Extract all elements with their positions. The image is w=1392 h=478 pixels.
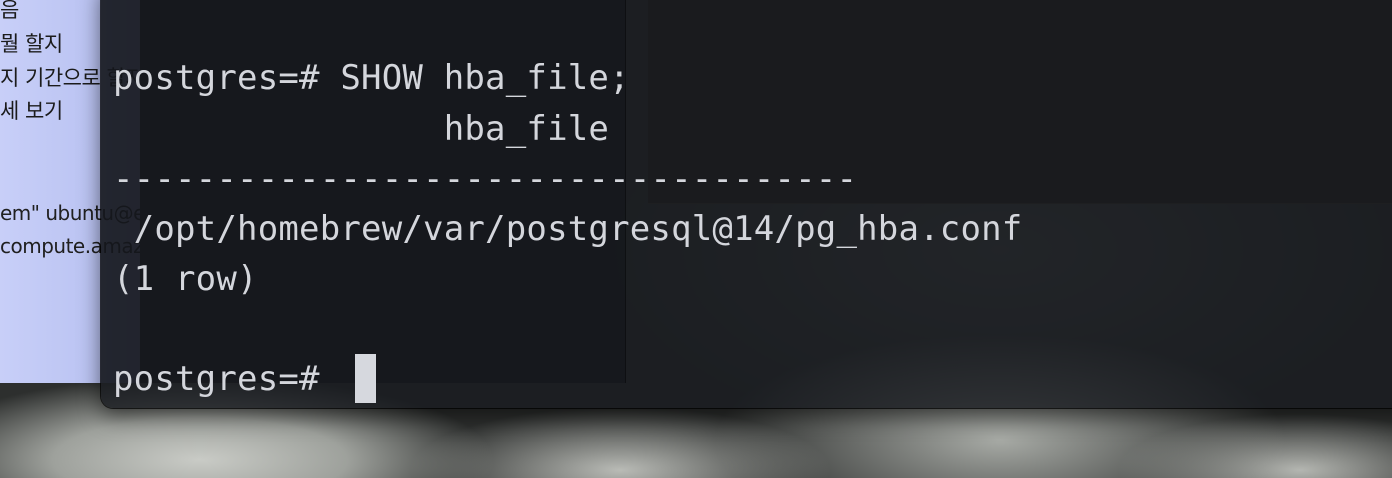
background-text-line: 세 보기 (0, 99, 63, 123)
result-separator: ------------------------------------ (113, 159, 858, 199)
row-count: (1 row) (113, 259, 258, 299)
terminal-window[interactable]: postgres=# SHOW hba_file; hba_file -----… (101, 0, 1392, 408)
background-text-line: 뭘 할지 (0, 32, 63, 56)
text-cursor (355, 354, 376, 403)
command-line: postgres=# SHOW hba_file; (113, 58, 630, 98)
result-value: /opt/homebrew/var/postgresql@14/pg_hba.c… (113, 209, 1023, 249)
prompt-line[interactable]: postgres=# (113, 359, 340, 399)
column-header: hba_file (113, 109, 610, 149)
background-text-line: 음 (0, 0, 19, 22)
